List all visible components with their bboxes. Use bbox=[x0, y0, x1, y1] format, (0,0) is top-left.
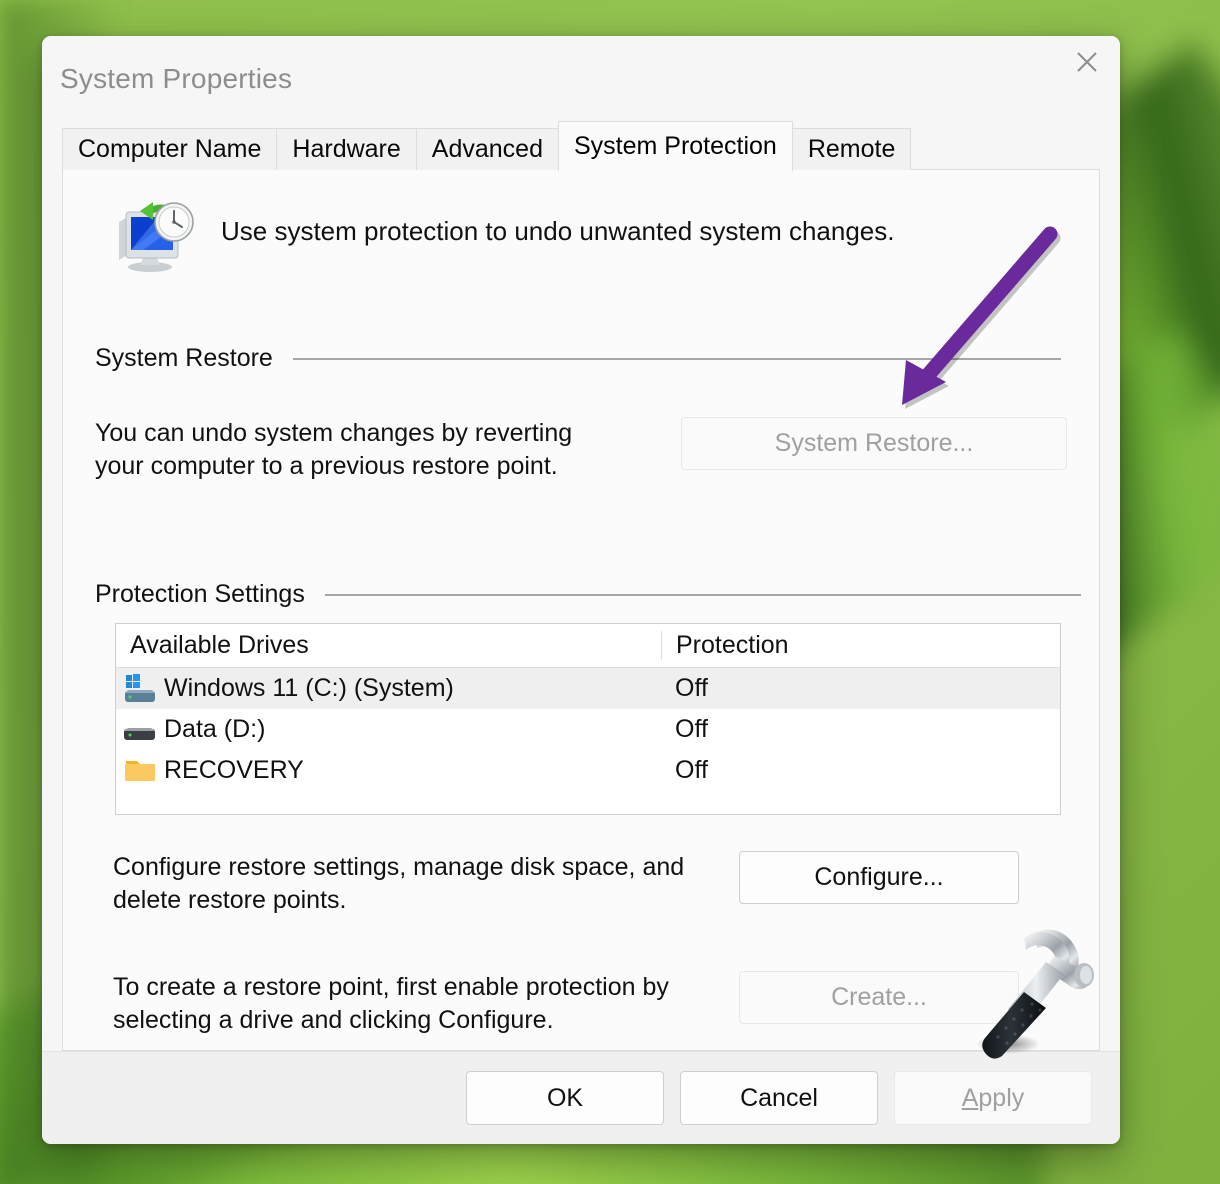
system-properties-dialog: System Properties Computer Name Hardware… bbox=[42, 36, 1120, 1144]
configure-description-line1: Configure restore settings, manage disk … bbox=[113, 853, 685, 881]
tab-computer-name[interactable]: Computer Name bbox=[62, 128, 278, 170]
cancel-button-label: Cancel bbox=[740, 1083, 818, 1112]
create-button[interactable]: Create... bbox=[739, 971, 1019, 1024]
system-restore-description-line2: your computer to a previous restore poin… bbox=[95, 452, 558, 480]
close-icon bbox=[1072, 47, 1102, 77]
ok-button-label: OK bbox=[546, 1083, 584, 1112]
tab-label: Remote bbox=[807, 135, 896, 163]
folder-icon bbox=[124, 756, 158, 786]
apply-button-label: pply bbox=[978, 1083, 1025, 1112]
cancel-button[interactable]: Cancel bbox=[680, 1071, 878, 1125]
title-bar: System Properties bbox=[42, 36, 1120, 122]
drive-label: Data (D:) bbox=[164, 715, 266, 743]
tab-label: Advanced bbox=[431, 135, 543, 163]
create-description: To create a restore point, first enable … bbox=[113, 971, 713, 1037]
configure-row: Configure restore settings, manage disk … bbox=[113, 851, 1067, 917]
tab-system-protection[interactable]: System Protection bbox=[557, 121, 793, 171]
drive-label: RECOVERY bbox=[164, 756, 304, 784]
system-restore-group-label: System Restore bbox=[95, 344, 273, 372]
tab-strip: Computer Name Hardware Advanced System P… bbox=[42, 121, 1120, 171]
drive-label: Windows 11 (C:) (System) bbox=[164, 674, 454, 702]
system-restore-row: You can undo system changes by reverting… bbox=[95, 417, 1067, 483]
dialog-footer: OK Cancel Apply bbox=[42, 1051, 1120, 1144]
system-restore-button-label: System Restore... bbox=[774, 429, 974, 457]
tab-label: Hardware bbox=[292, 135, 401, 163]
tab-advanced[interactable]: Advanced bbox=[415, 128, 559, 170]
configure-button-label: Configure... bbox=[814, 863, 944, 891]
configure-description-line2: delete restore points. bbox=[113, 886, 347, 914]
drive-cell: Data (D:) bbox=[116, 715, 661, 745]
tab-label: Computer Name bbox=[78, 135, 262, 163]
drive-cell: Windows 11 (C:) (System) bbox=[116, 673, 661, 704]
list-header-row: Available Drives Protection bbox=[116, 624, 1060, 668]
configure-description: Configure restore settings, manage disk … bbox=[113, 851, 713, 917]
table-row[interactable]: Data (D:) Off bbox=[116, 709, 1060, 750]
table-row[interactable]: Windows 11 (C:) (System) Off bbox=[116, 668, 1060, 709]
tab-label: System Protection bbox=[573, 132, 777, 160]
protection-settings-group-header: Protection Settings bbox=[95, 576, 1081, 609]
table-row[interactable]: RECOVERY Off bbox=[116, 750, 1060, 791]
system-restore-description: You can undo system changes by reverting… bbox=[95, 417, 675, 483]
panel-header: Use system protection to undo unwanted s… bbox=[63, 170, 1099, 274]
create-description-line2: selecting a drive and clicking Configure… bbox=[113, 1006, 554, 1034]
hard-drive-icon bbox=[124, 715, 158, 745]
create-row: To create a restore point, first enable … bbox=[113, 971, 1067, 1037]
available-drives-list[interactable]: Available Drives Protection Windows 11 (… bbox=[115, 623, 1061, 815]
system-restore-group-header: System Restore bbox=[95, 340, 1061, 373]
protection-settings-group-label: Protection Settings bbox=[95, 580, 305, 608]
panel-header-text: Use system protection to undo unwanted s… bbox=[221, 216, 895, 246]
close-button[interactable] bbox=[1054, 36, 1120, 88]
ok-button[interactable]: OK bbox=[466, 1071, 664, 1125]
create-button-label: Create... bbox=[831, 983, 927, 1011]
protection-status: Off bbox=[675, 674, 708, 702]
window-title: System Properties bbox=[60, 63, 293, 94]
apply-button[interactable]: Apply bbox=[894, 1071, 1092, 1125]
column-header-protection: Protection bbox=[661, 631, 1060, 660]
create-description-line1: To create a restore point, first enable … bbox=[113, 973, 669, 1001]
protection-status: Off bbox=[675, 715, 708, 743]
drive-cell: RECOVERY bbox=[116, 756, 661, 786]
windows-drive-icon bbox=[124, 673, 158, 704]
configure-button[interactable]: Configure... bbox=[739, 851, 1019, 904]
apply-button-accelerator: A bbox=[961, 1083, 979, 1112]
group-separator-rule bbox=[324, 593, 1081, 596]
tab-hardware[interactable]: Hardware bbox=[276, 128, 417, 170]
column-header-available-drives: Available Drives bbox=[130, 631, 309, 659]
system-protection-panel: Use system protection to undo unwanted s… bbox=[62, 170, 1100, 1051]
system-restore-description-line1: You can undo system changes by reverting bbox=[95, 419, 573, 447]
group-separator-rule bbox=[292, 357, 1061, 360]
system-restore-icon bbox=[113, 198, 195, 274]
tab-remote[interactable]: Remote bbox=[791, 128, 912, 170]
system-restore-button[interactable]: System Restore... bbox=[681, 417, 1067, 470]
protection-status: Off bbox=[675, 756, 708, 784]
